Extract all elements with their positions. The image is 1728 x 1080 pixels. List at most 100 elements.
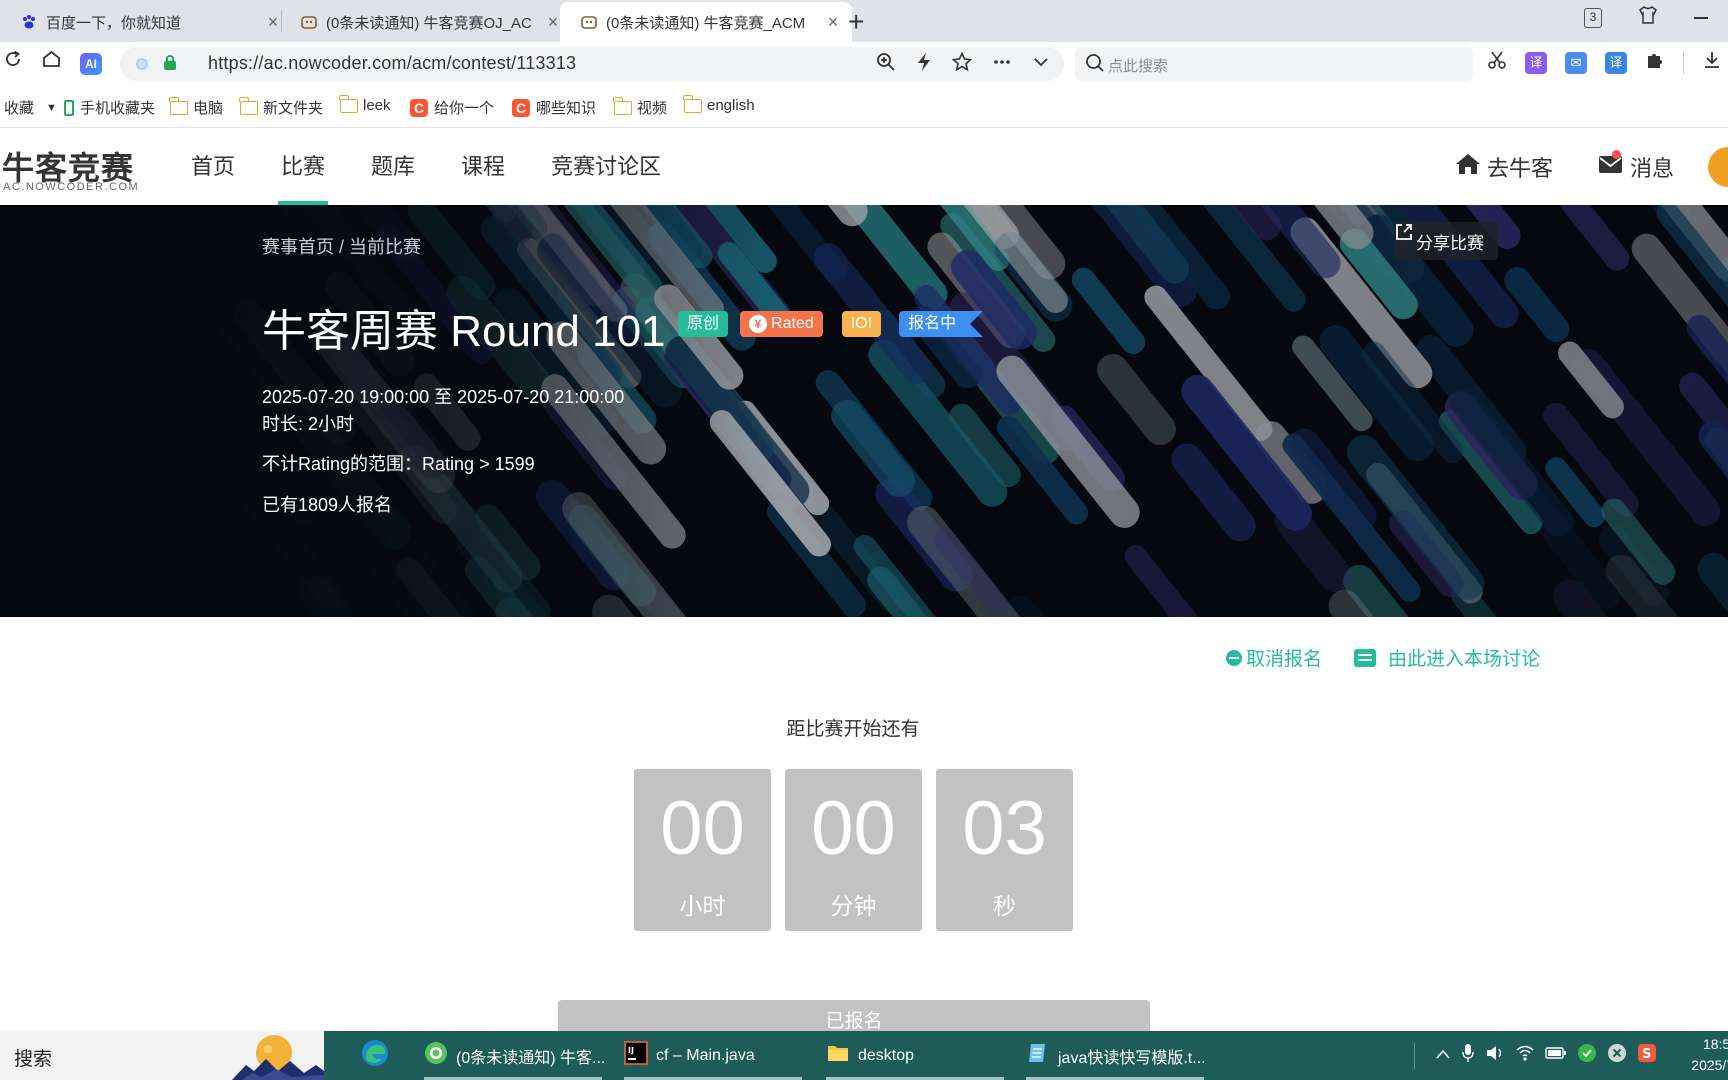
home-icon[interactable] xyxy=(42,50,61,74)
bookmark-folder[interactable]: 新文件夹 xyxy=(239,96,324,118)
translate-icon[interactable]: 译 xyxy=(1525,51,1547,74)
nav-discussion[interactable]: 竞赛讨论区 xyxy=(528,129,684,205)
countdown-seconds: 03 秒 xyxy=(936,769,1073,931)
intellij-icon: IJ xyxy=(624,1041,648,1070)
folder-icon xyxy=(169,96,188,115)
bookmark-mobile[interactable]: 手机收藏夹 xyxy=(64,97,155,118)
go-nowcoder-link[interactable]: 去牛客 xyxy=(1455,151,1553,183)
phone-icon xyxy=(64,99,74,116)
folder-icon xyxy=(239,96,258,115)
sogou-icon[interactable]: S xyxy=(1637,1043,1657,1068)
system-tray: S xyxy=(1414,1031,1657,1080)
tag-rated: ¥ Rated xyxy=(740,311,823,337)
browser-tab-strip: 百度一下，你就知道 × (0条未读通知) 牛客竞赛OJ_AC × (0条未读通知… xyxy=(0,0,1728,42)
bookmark-label: 新文件夹 xyxy=(263,100,324,117)
browser-tab-nowcoder-oj[interactable]: (0条未读通知) 牛客竞赛OJ_AC × xyxy=(280,2,572,42)
chevron-down-icon[interactable] xyxy=(1032,52,1050,78)
wifi-icon[interactable] xyxy=(1515,1044,1535,1067)
taskbar-search[interactable]: 搜索 xyxy=(0,1031,324,1080)
breadcrumb[interactable]: 赛事首页 / 当前比赛 xyxy=(262,233,421,259)
messages-label: 消息 xyxy=(1629,156,1674,181)
bookmark-label: 电脑 xyxy=(193,100,224,117)
nav-contests[interactable]: 比赛 xyxy=(258,129,348,205)
zoom-icon[interactable] xyxy=(876,52,896,78)
more-icon[interactable] xyxy=(992,52,1012,78)
reload-icon[interactable] xyxy=(4,50,22,74)
new-tab-button[interactable]: + xyxy=(848,6,864,38)
taskbar-browser[interactable]: (0条未读通知) 牛客... xyxy=(420,1031,606,1080)
puzzle-icon[interactable] xyxy=(1645,50,1665,75)
browser-search-box[interactable]: 点此搜索 xyxy=(1075,47,1473,81)
taskbar-item-label: desktop xyxy=(858,1046,915,1064)
close-circle-icon[interactable] xyxy=(1607,1043,1627,1068)
notepad-icon xyxy=(1026,1041,1050,1070)
taskbar-intellij[interactable]: IJ cf – Main.java xyxy=(620,1031,806,1080)
site-info-icon[interactable] xyxy=(136,58,148,70)
clock-date: 2025/7/ xyxy=(1691,1057,1728,1073)
minimize-icon[interactable] xyxy=(1694,16,1708,19)
contest-registered-count: 已有1809人报名 xyxy=(262,495,393,515)
messages-link[interactable]: 消息 xyxy=(1598,150,1674,183)
nav-courses[interactable]: 课程 xyxy=(438,129,528,205)
taskbar-edge[interactable] xyxy=(360,1031,390,1080)
download-icon[interactable] xyxy=(1702,50,1722,75)
bookmark-folder[interactable]: 电脑 xyxy=(169,96,224,118)
lightning-icon[interactable] xyxy=(916,52,932,78)
ai-assistant-icon[interactable]: AI xyxy=(80,53,102,75)
csdn-icon: C xyxy=(512,98,530,117)
bookmark-label: 视频 xyxy=(637,100,668,117)
bookmark-folder[interactable]: english xyxy=(683,94,755,114)
taskbar-explorer[interactable]: desktop xyxy=(822,1031,1008,1080)
bookmark-link[interactable]: C 给你一个 xyxy=(410,97,494,118)
battery-icon[interactable] xyxy=(1545,1046,1567,1065)
nowcoder-icon xyxy=(580,13,598,31)
browser-tab-nowcoder-acm[interactable]: (0条未读通知) 牛客竞赛_ACM × xyxy=(560,2,852,42)
bookmark-label: 收藏 xyxy=(4,100,35,117)
site-nav: 首页 比赛 题库 课程 竞赛讨论区 xyxy=(168,129,684,205)
countdown-hours-unit: 小时 xyxy=(679,893,726,919)
discussion-link[interactable]: 由此进入本场讨论 xyxy=(1354,644,1540,671)
avatar[interactable] xyxy=(1708,147,1728,187)
url-text[interactable]: https://ac.nowcoder.com/acm/contest/1133… xyxy=(208,53,576,74)
wechat-icon[interactable] xyxy=(1577,1043,1597,1068)
microphone-icon[interactable] xyxy=(1461,1043,1475,1068)
taskbar-item-label: (0条未读通知) 牛客... xyxy=(456,1049,606,1067)
mail-icon[interactable]: ✉ xyxy=(1565,51,1587,74)
nav-problems[interactable]: 题库 xyxy=(348,129,438,205)
tab-count-badge[interactable]: 3 xyxy=(1584,7,1602,28)
countdown-minutes-unit: 分钟 xyxy=(830,893,877,919)
countdown-seconds-value: 03 xyxy=(962,786,1047,871)
taskbar-clock[interactable]: 18:59 2025/7/ xyxy=(1668,1034,1728,1076)
nav-home[interactable]: 首页 xyxy=(168,129,258,205)
countdown-seconds-unit: 秒 xyxy=(993,893,1016,919)
bookmark-label: leek xyxy=(363,97,391,114)
taskbar-notepad[interactable]: java快读快写模版.t... xyxy=(1022,1031,1208,1080)
taskbar-item-label: cf – Main.java xyxy=(656,1046,755,1064)
windows-taskbar: 搜索 (0条未读通知) 牛客... IJ cf – Main.java desk… xyxy=(0,1031,1728,1080)
volume-icon[interactable] xyxy=(1485,1044,1505,1067)
bookmark-favorites[interactable]: 收藏 ▼ xyxy=(4,97,57,118)
star-icon[interactable] xyxy=(951,51,973,78)
yen-icon: ¥ xyxy=(749,315,768,333)
contest-banner: 赛事首页 / 当前比赛 分享比赛 牛客周赛 Round 101 原创 ¥ Rat… xyxy=(0,205,1728,617)
url-bar[interactable]: https://ac.nowcoder.com/acm/contest/1133… xyxy=(120,47,1064,81)
search-icon xyxy=(1085,53,1105,78)
scissors-icon[interactable] xyxy=(1487,50,1507,75)
home-icon xyxy=(1455,152,1481,182)
shirt-icon[interactable] xyxy=(1638,6,1658,29)
site-logo-subtitle: AC.NOWCODER.COM xyxy=(3,181,140,193)
bookmark-folder[interactable]: 视频 xyxy=(613,96,668,118)
banner-overlay xyxy=(0,205,1728,617)
nowcoder-icon xyxy=(300,13,318,31)
lock-icon xyxy=(164,55,176,70)
close-icon[interactable]: × xyxy=(824,12,842,33)
bookmark-folder[interactable]: leek xyxy=(339,94,391,114)
cancel-registration-link[interactable]: 取消报名 xyxy=(1226,644,1322,671)
cancel-registration-label: 取消报名 xyxy=(1246,649,1323,670)
share-contest-button[interactable]: 分享比赛 xyxy=(1394,222,1498,260)
browser-tab-baidu[interactable]: 百度一下，你就知道 × xyxy=(0,2,292,42)
bookmark-label: 手机收藏夹 xyxy=(80,100,156,117)
chevron-up-icon[interactable] xyxy=(1435,1047,1451,1065)
bookmark-link[interactable]: C 哪些知识 xyxy=(512,97,596,118)
translate-icon[interactable]: 译 xyxy=(1605,51,1627,74)
